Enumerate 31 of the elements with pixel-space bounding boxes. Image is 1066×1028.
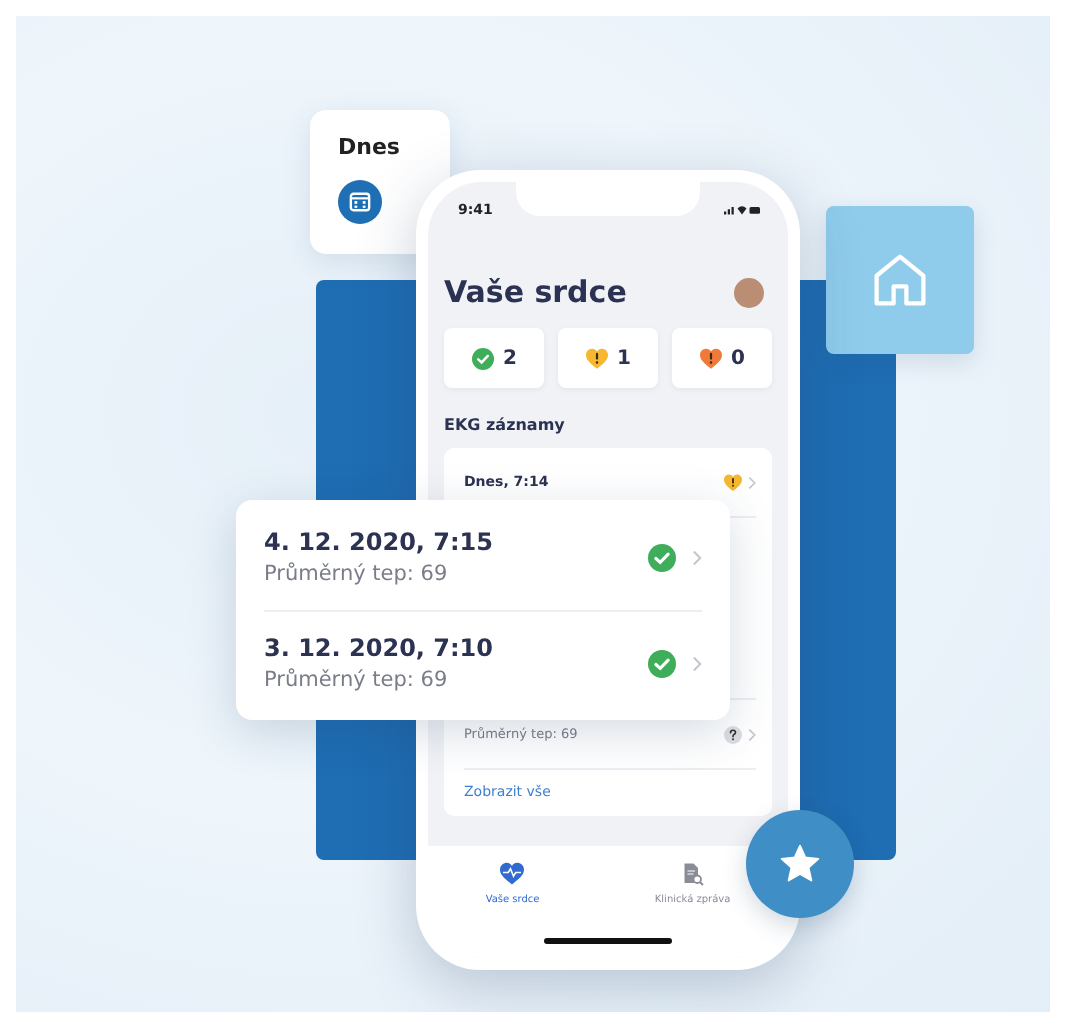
record-title: 3. 12. 2020, 7:10 bbox=[264, 634, 496, 662]
check-circle-icon bbox=[648, 543, 676, 571]
summary-count: 0 bbox=[731, 347, 745, 369]
calendar-icon bbox=[338, 180, 382, 224]
chevron-icon bbox=[692, 655, 702, 671]
summary-card[interactable]: 1 bbox=[558, 328, 658, 388]
heart-warning-icon bbox=[724, 473, 742, 491]
status-icons-drawing bbox=[724, 204, 760, 216]
heart-warning-icon bbox=[585, 347, 608, 369]
record-subtitle: Průměrný tep: 69 bbox=[264, 562, 450, 586]
star-icon bbox=[778, 842, 822, 886]
record-subtitle: Průměrný tep: 69 bbox=[264, 668, 450, 692]
summary-card[interactable]: 2 bbox=[444, 328, 544, 388]
avatar[interactable] bbox=[734, 277, 764, 307]
document-search-icon bbox=[680, 862, 705, 886]
question-circle-icon bbox=[724, 725, 742, 743]
heart-pulse-icon bbox=[500, 862, 525, 886]
home-indicator bbox=[544, 938, 672, 944]
summary-card[interactable]: 0 bbox=[672, 328, 772, 388]
heart-alert-icon bbox=[699, 347, 722, 369]
date-label: Dnes bbox=[338, 134, 402, 160]
chevron-icon bbox=[748, 727, 756, 741]
chevron-icon bbox=[748, 475, 756, 489]
chevron-icon bbox=[692, 549, 702, 565]
screen-title: Vaše srdce bbox=[444, 274, 627, 310]
summary-count: 2 bbox=[503, 347, 517, 369]
summary-count: 1 bbox=[617, 347, 631, 369]
check-circle-icon bbox=[648, 649, 676, 677]
record-title: 4. 12. 2020, 7:15 bbox=[264, 528, 496, 556]
section-title: EKG záznamy bbox=[442, 414, 567, 438]
check-circle-icon bbox=[471, 347, 494, 369]
